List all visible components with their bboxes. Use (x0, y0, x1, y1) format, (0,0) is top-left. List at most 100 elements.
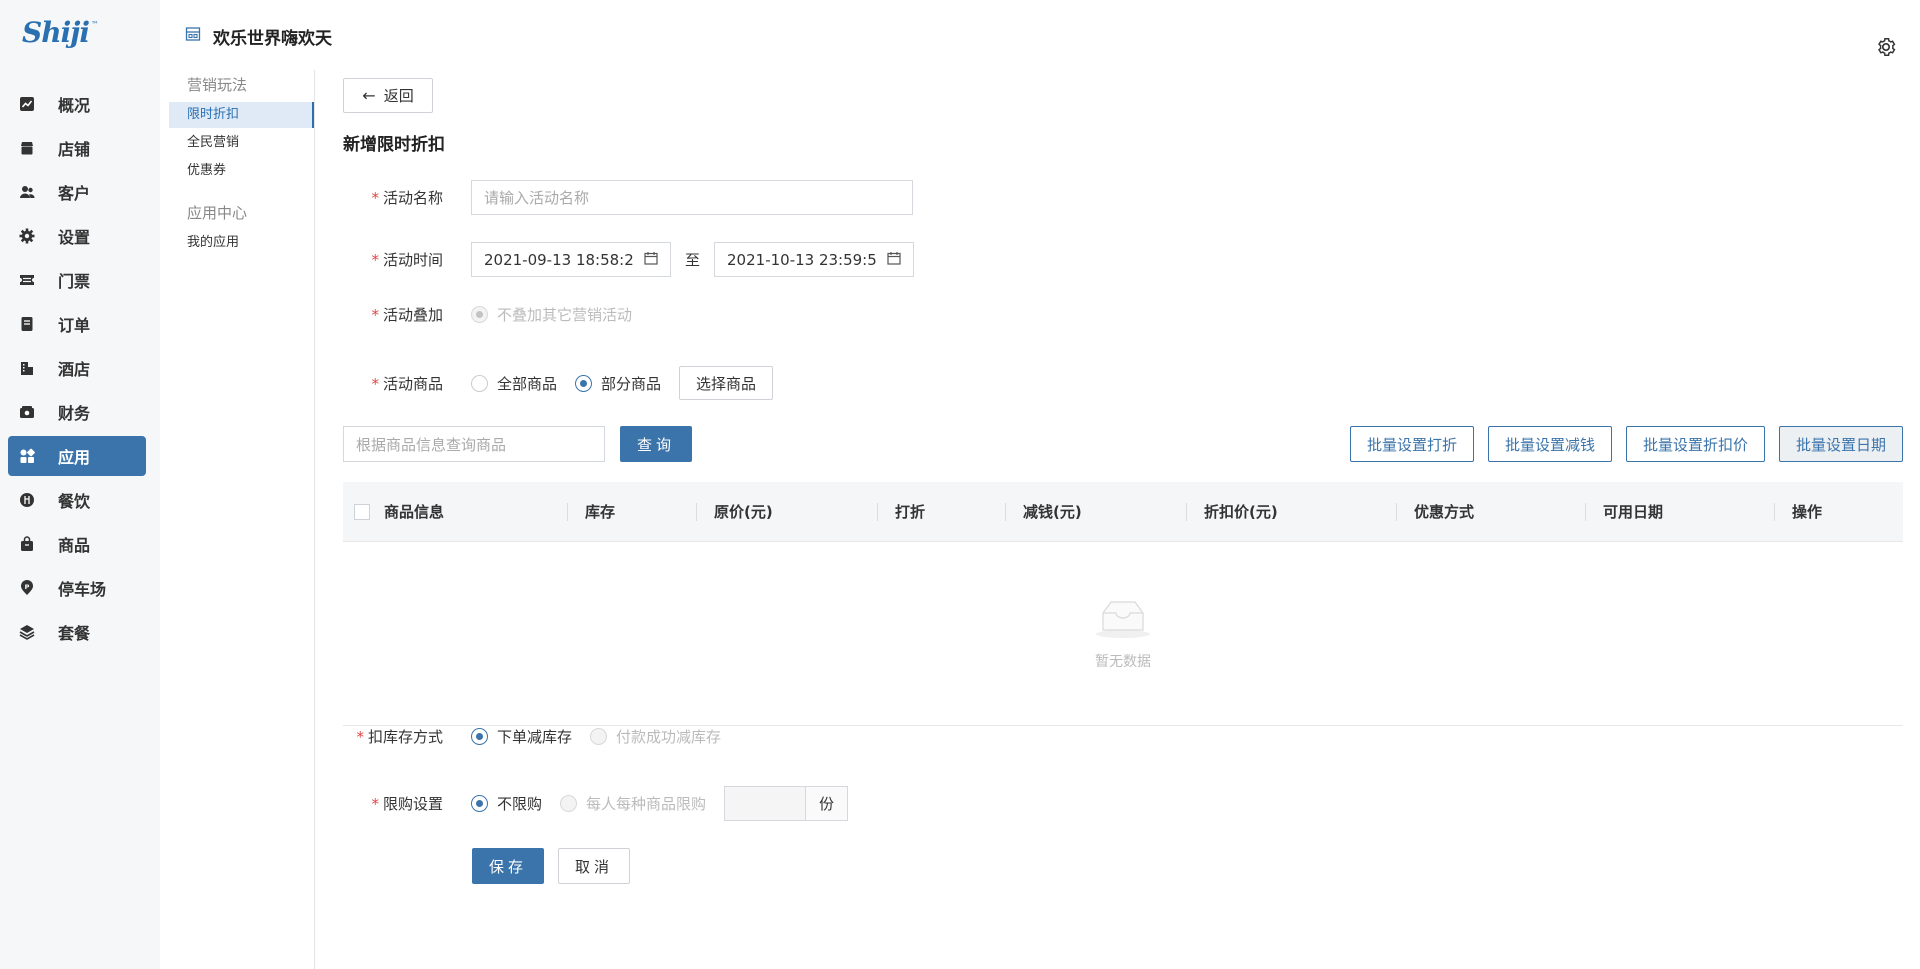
back-button[interactable]: ← 返回 (343, 78, 433, 113)
end-date-value: 2021-10-13 23:59:5 (727, 250, 877, 269)
radio-label: 下单减库存 (497, 728, 573, 746)
end-date-input[interactable]: 2021-10-13 23:59:5 (714, 242, 915, 277)
no-limit-radio[interactable]: 不限购 (471, 793, 542, 814)
nav-item-chart[interactable]: 概况 (8, 84, 146, 124)
batch-buttons: 批量设置打折 批量设置减钱 批量设置折扣价 批量设置日期 (1336, 426, 1903, 462)
radio-label: 不限购 (497, 795, 543, 813)
required-mark: * (371, 306, 379, 324)
layers-icon (18, 623, 36, 641)
radio-dot (560, 795, 578, 812)
required-mark: * (371, 189, 379, 207)
batch-date-button[interactable]: 批量设置日期 (1778, 426, 1903, 462)
activity-goods-row: * 活动商品 全部商品 部分商品 选择商品 (343, 366, 774, 400)
nav-item-dining[interactable]: 餐饮 (8, 480, 146, 520)
radio-dot (590, 728, 608, 745)
label-text: 活动时间 (382, 251, 443, 269)
calendar-icon (887, 251, 901, 269)
arrow-left-icon: ← (362, 86, 376, 105)
calendar-icon (644, 251, 658, 269)
finance-icon (18, 403, 36, 421)
limit-quantity-input[interactable] (724, 786, 807, 821)
empty-text: 暂无数据 (1095, 653, 1151, 670)
settings-gear-icon[interactable] (1875, 36, 1897, 58)
goods-search-input[interactable]: 根据商品信息查询商品 (343, 426, 605, 462)
stock-method-row: * 扣库存方式 下单减库存 付款成功减库存 (343, 726, 739, 747)
nav-item-ticket[interactable]: 门票 (8, 260, 146, 300)
users-icon (18, 183, 36, 201)
nav-label: 财务 (58, 404, 91, 423)
subnav-item-my-apps[interactable]: 我的应用 (160, 230, 314, 256)
page-title: 新增限时折扣 (343, 135, 445, 155)
per-person-limit-radio[interactable]: 每人每种商品限购 (560, 793, 706, 814)
logo-mark: ™ (90, 20, 99, 29)
empty-inbox-icon (1092, 597, 1154, 643)
batch-reduce-button[interactable]: 批量设置减钱 (1487, 426, 1612, 462)
stock-on-payment-radio[interactable]: 付款成功减库存 (590, 726, 721, 747)
apps-icon (18, 447, 36, 465)
nav-label: 店铺 (58, 140, 91, 159)
start-date-value: 2021-09-13 18:58:2 (484, 250, 634, 269)
radio-label: 每人每种商品限购 (586, 795, 707, 813)
select-goods-button[interactable]: 选择商品 (679, 366, 774, 400)
ticket-icon (18, 271, 36, 289)
nav-item-goods[interactable]: 商品 (8, 524, 146, 564)
nav-item-parking[interactable]: P 停车场 (8, 568, 146, 608)
no-stack-radio[interactable]: 不叠加其它营销活动 (471, 304, 632, 325)
batch-discount-price-button[interactable]: 批量设置折扣价 (1625, 426, 1765, 462)
partial-goods-radio[interactable]: 部分商品 (575, 373, 661, 394)
svg-text:P: P (25, 583, 30, 591)
nav-label: 设置 (58, 228, 91, 247)
nav-label: 停车场 (58, 580, 107, 599)
batch-discount-button[interactable]: 批量设置打折 (1349, 426, 1474, 462)
nav-item-hotel[interactable]: 酒店 (8, 348, 146, 388)
label-text: 活动名称 (382, 189, 443, 207)
form-actions: 保存 取消 (472, 848, 644, 884)
column-original-price: 原价(元) (696, 482, 877, 542)
activity-time-label: * 活动时间 (343, 249, 471, 270)
label-text: 活动商品 (382, 374, 443, 393)
column-stock: 库存 (567, 482, 696, 542)
label-text: 活动叠加 (382, 306, 443, 324)
store-front-icon (185, 26, 201, 47)
store-icon (18, 139, 36, 157)
stock-on-order-radio[interactable]: 下单减库存 (471, 726, 572, 747)
nav-item-finance[interactable]: 财务 (8, 392, 146, 432)
select-all-checkbox[interactable] (354, 503, 370, 520)
nav-label: 套餐 (58, 624, 91, 643)
nav-item-store[interactable]: 店铺 (8, 128, 146, 168)
subnav-item-all-marketing[interactable]: 全民营销 (160, 130, 314, 156)
limit-unit-suffix: 份 (806, 786, 849, 821)
nav-item-users[interactable]: 客户 (8, 172, 146, 212)
back-label: 返回 (383, 87, 414, 105)
dining-icon (18, 491, 36, 509)
main-sidebar: Shiji ™ 概况店铺客户设置门票订单酒店财务应用 餐饮 商品 P 停车场套餐 (0, 0, 160, 969)
nav-label: 订单 (58, 316, 91, 335)
required-mark: * (371, 795, 379, 813)
nav-item-layers[interactable]: 套餐 (8, 612, 146, 652)
subnav-item-flash-discount[interactable]: 限时折扣 (169, 102, 314, 128)
date-range-separator: 至 (685, 251, 701, 269)
nav-item-order[interactable]: 订单 (8, 304, 146, 344)
nav-item-gear[interactable]: 设置 (8, 216, 146, 256)
radio-dot (471, 374, 488, 392)
nav-item-apps[interactable]: 应用 (8, 436, 146, 476)
subnav-item-coupon[interactable]: 优惠券 (160, 158, 314, 184)
gear-icon (18, 227, 36, 245)
start-date-input[interactable]: 2021-09-13 18:58:2 (471, 242, 671, 277)
goods-table: 商品信息 库存 原价(元) 打折 减钱(元) 折扣价(元) 优惠方式 可用日期 … (343, 482, 1903, 726)
activity-goods-label: * 活动商品 (343, 373, 471, 394)
activity-name-input[interactable]: 请输入活动名称 (471, 180, 913, 215)
nav-label: 概况 (58, 96, 91, 115)
shiji-logo[interactable]: Shiji ™ (22, 16, 99, 58)
activity-stack-label: * 活动叠加 (343, 304, 471, 325)
cancel-button[interactable]: 取消 (558, 848, 630, 884)
secondary-nav: 营销玩法 限时折扣 全民营销 优惠券 应用中心 我的应用 (160, 70, 315, 969)
save-button[interactable]: 保存 (472, 848, 544, 884)
query-button[interactable]: 查询 (620, 426, 692, 462)
radio-label: 全部商品 (497, 374, 558, 393)
nav-label: 门票 (58, 272, 91, 291)
all-goods-radio[interactable]: 全部商品 (471, 373, 557, 394)
logo-text: Shiji (22, 16, 90, 49)
activity-name-label: * 活动名称 (343, 187, 471, 208)
label-text: 限购设置 (382, 795, 443, 813)
